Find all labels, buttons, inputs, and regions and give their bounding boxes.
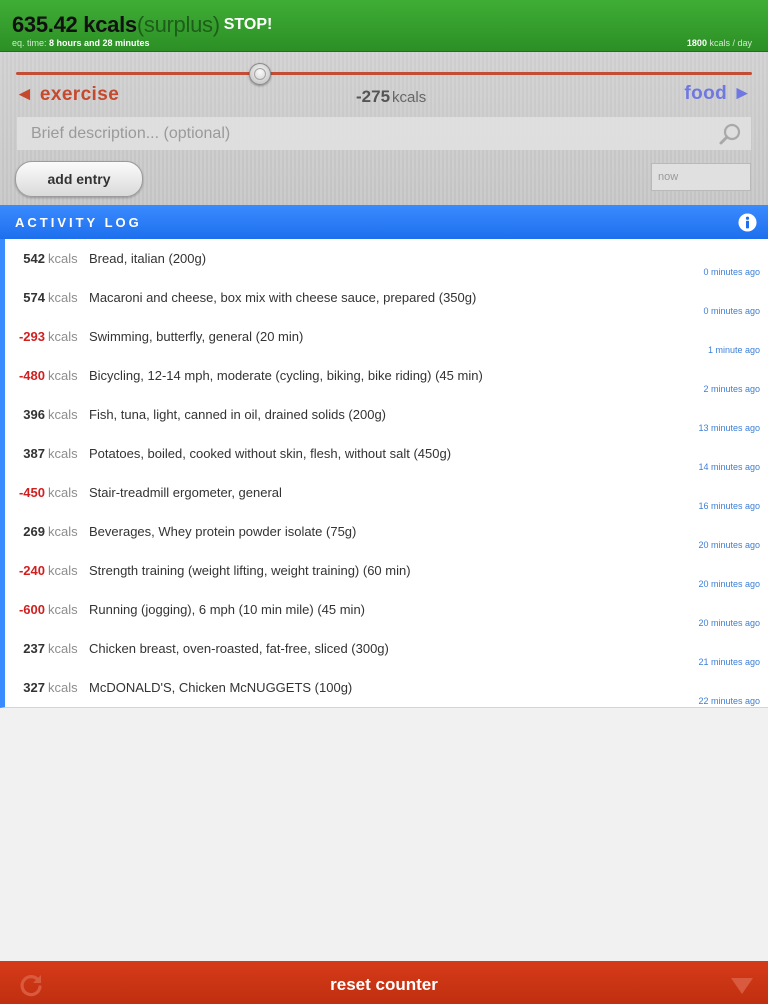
log-row-unit: kcals [48, 524, 78, 539]
log-row-kcal: 269 [23, 524, 45, 539]
exercise-label[interactable]: ◄ exercise [15, 84, 119, 106]
log-row-time: 2 minutes ago [703, 384, 760, 394]
stop-alert: STOP! [223, 16, 273, 33]
add-entry-button[interactable]: add entry [15, 161, 143, 197]
log-row[interactable]: -240 kcals Strength training (weight lifti… [5, 551, 768, 590]
calorie-balance: 635.42 kcals(surplus) STOP! [12, 12, 272, 40]
entry-panel: ◄ exercise -275kcals food ► add entry [0, 52, 768, 205]
log-row[interactable]: 542 kcals Bread, italian (200g) 0 minutes a… [5, 239, 768, 278]
description-input[interactable] [17, 117, 751, 150]
log-row[interactable]: 269 kcals Beverages, Whey protein powder i… [5, 512, 768, 551]
log-row-time: 16 minutes ago [698, 501, 760, 511]
log-row-description: McDONALD'S, Chicken McNUGGETS (100g) [89, 680, 353, 695]
log-row-description: Strength training (weight lifting, weigh… [89, 563, 411, 578]
log-row-time: 20 minutes ago [698, 579, 760, 589]
log-row-kcal: -480 [18, 368, 45, 383]
log-row-time: 21 minutes ago [698, 657, 760, 667]
log-row-time: 14 minutes ago [698, 462, 760, 472]
reset-counter-button[interactable]: reset counter [0, 975, 768, 995]
daily-target-value: 1800 [686, 38, 707, 48]
log-row-kcal: -293 [18, 329, 45, 344]
log-row-kcal: 237 [23, 641, 45, 656]
activity-log-list: 542 kcals Bread, italian (200g) 0 minutes a… [0, 239, 768, 708]
log-row-kcal: 396 [23, 407, 45, 422]
slider-thumb[interactable] [248, 63, 271, 85]
log-row-description: Fish, tuna, light, canned in oil, draine… [89, 407, 387, 422]
log-row-time: 20 minutes ago [698, 618, 760, 628]
log-row[interactable]: 574 kcals Macaroni and cheese, box mix wit… [5, 278, 768, 317]
calorie-slider[interactable] [16, 63, 752, 85]
log-row-time: 22 minutes ago [698, 696, 760, 706]
log-row-kcal: 327 [23, 680, 45, 695]
calorie-balance-status: (surplus) [136, 12, 220, 37]
log-row-time: 20 minutes ago [698, 540, 760, 550]
daily-target-unit: kcals / day [709, 38, 752, 48]
log-row[interactable]: 387 kcals Potatoes, boiled, cooked without… [5, 434, 768, 473]
log-row-kcal: 574 [23, 290, 45, 305]
log-row-description: Stair-treadmill ergometer, general [89, 485, 282, 500]
status-header: 635.42 kcals(surplus) STOP! eq. time: 8 h… [0, 0, 768, 52]
log-row-description: Swimming, butterfly, general (20 min) [89, 329, 304, 344]
time-input[interactable] [651, 163, 751, 191]
log-row-unit: kcals [48, 407, 78, 422]
entry-amount: -275 kcals [356, 87, 426, 107]
log-row-description: Bread, italian (200g) [89, 251, 207, 266]
log-row-unit: kcals [48, 368, 78, 383]
log-row-time: 1 minute ago [707, 345, 760, 355]
log-row-kcal: -240 [18, 563, 45, 578]
log-row-description: Potatoes, boiled, cooked without skin, f… [89, 446, 452, 461]
log-row-description: Chicken breast, oven-roasted, fat-free, … [89, 641, 389, 656]
log-row[interactable]: 327 kcals McDONALD'S, Chicken McNUGGETS (1… [5, 668, 768, 707]
entry-amount-value: -275 [356, 87, 391, 106]
log-row-time: 0 minutes ago [703, 306, 760, 316]
log-row-kcal: -600 [18, 602, 45, 617]
log-row-description: Beverages, Whey protein powder isolate (… [89, 524, 357, 539]
daily-target: 1800 kcals / day [687, 38, 752, 48]
log-row-unit: kcals [48, 563, 78, 578]
log-row-unit: kcals [48, 602, 78, 617]
collapse-icon[interactable] [730, 976, 754, 996]
log-row-unit: kcals [48, 290, 78, 305]
log-row[interactable]: -293 kcals Swimming, butterfly, general (2… [5, 317, 768, 356]
log-row-unit: kcals [48, 329, 78, 344]
log-row[interactable]: -600 kcals Running (jogging), 6 mph (10 mi… [5, 590, 768, 629]
activity-log-header: ACTIVITY LOG [0, 205, 768, 239]
log-row-unit: kcals [48, 251, 78, 266]
reset-bar[interactable]: reset counter [0, 961, 768, 1004]
activity-log-title: ACTIVITY LOG [15, 215, 142, 230]
log-row-kcal: 542 [23, 251, 45, 266]
equivalent-time-label: eq. time: [12, 38, 47, 48]
equivalent-time-value: 8 hours and 28 minutes [49, 38, 150, 48]
log-row-unit: kcals [48, 680, 78, 695]
log-row[interactable]: -450 kcals Stair-treadmill ergometer, gene… [5, 473, 768, 512]
calorie-balance-value: 635.42 kcals [12, 12, 137, 37]
equivalent-time: eq. time: 8 hours and 28 minutes [12, 38, 150, 48]
log-row-description: Running (jogging), 6 mph (10 min mile) (… [89, 602, 366, 617]
log-row-time: 13 minutes ago [698, 423, 760, 433]
log-row-unit: kcals [48, 641, 78, 656]
search-icon[interactable] [718, 122, 742, 146]
log-row[interactable]: 237 kcals Chicken breast, oven-roasted, fa… [5, 629, 768, 668]
log-row-unit: kcals [48, 485, 78, 500]
log-row-time: 0 minutes ago [703, 267, 760, 277]
log-row-description: Bicycling, 12-14 mph, moderate (cycling,… [89, 368, 483, 383]
log-row-kcal: 387 [23, 446, 45, 461]
entry-amount-unit: kcals [392, 89, 427, 106]
log-row[interactable]: -480 kcals Bicycling, 12-14 mph, moderate … [5, 356, 768, 395]
log-row-kcal: -450 [18, 485, 45, 500]
log-row-description: Macaroni and cheese, box mix with cheese… [89, 290, 477, 305]
info-icon[interactable] [738, 213, 757, 232]
log-row-unit: kcals [48, 446, 78, 461]
log-row[interactable]: 396 kcals Fish, tuna, light, canned in oil… [5, 395, 768, 434]
food-label[interactable]: food ► [684, 83, 752, 105]
